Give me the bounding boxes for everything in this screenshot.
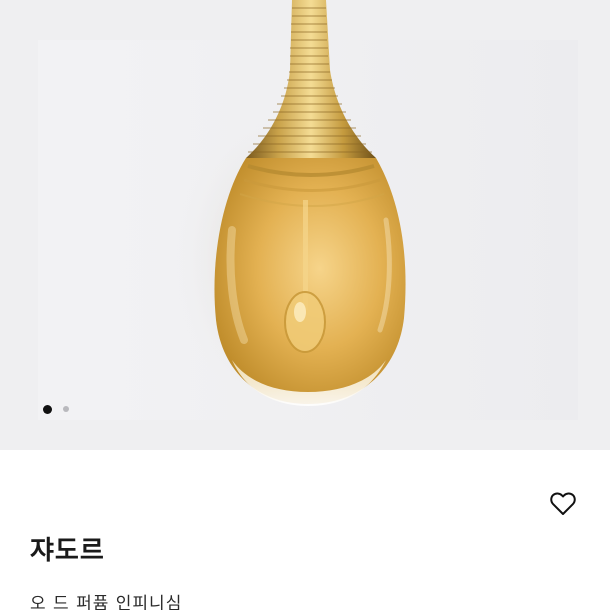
product-name: 쟈도르 <box>30 536 105 566</box>
wishlist-button[interactable] <box>546 488 580 520</box>
product-page: 쟈도르 오 드 퍼퓸 인피니심 <box>0 0 610 610</box>
perfume-bottle-image <box>38 0 578 420</box>
gallery-dot[interactable] <box>63 406 69 412</box>
heart-outline-icon <box>550 492 576 515</box>
gallery-dot-active[interactable] <box>43 404 52 414</box>
gallery-pagination <box>43 404 69 414</box>
product-image-gallery[interactable] <box>0 0 610 450</box>
product-subtitle: 오 드 퍼퓸 인피니심 <box>30 594 183 610</box>
